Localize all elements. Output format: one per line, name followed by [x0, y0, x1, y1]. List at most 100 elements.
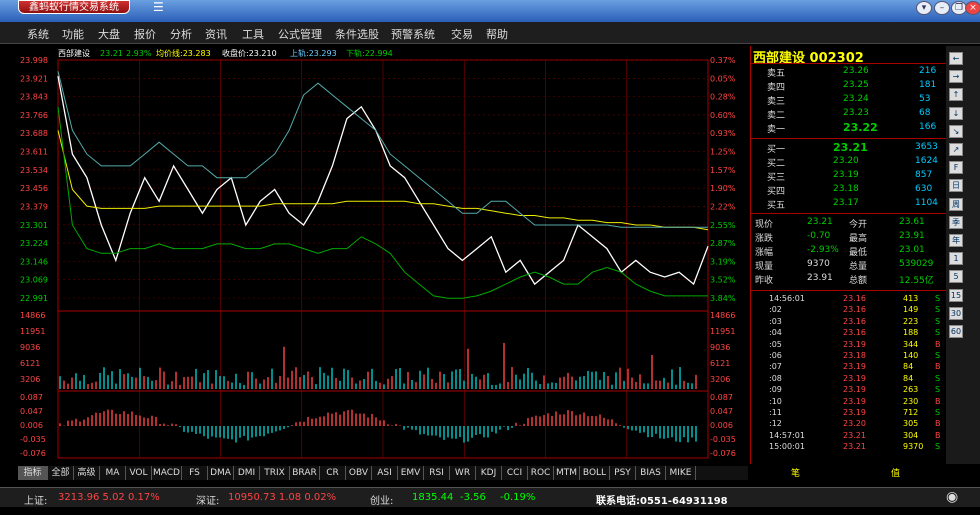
indicator-tab-6[interactable]: FS: [182, 466, 208, 480]
tick-time: :02: [769, 305, 782, 315]
menu-item-10[interactable]: 交易: [451, 26, 473, 42]
stat-value: 23.01: [899, 245, 925, 255]
indicator-tab-13[interactable]: ASI: [372, 466, 398, 480]
ask-volume: 181: [919, 80, 937, 90]
menu-item-7[interactable]: 公式管理: [278, 26, 322, 42]
side-button-10[interactable]: 年: [949, 234, 963, 247]
indicator-tab-7[interactable]: DMA: [208, 466, 234, 480]
side-button-3[interactable]: ↓: [949, 106, 963, 120]
price-tick-label: 23.921: [20, 74, 48, 83]
indicator-tab-2[interactable]: 高级: [74, 466, 100, 480]
indicator-tab-9[interactable]: TRIX: [260, 466, 290, 480]
side-button-12[interactable]: 5: [949, 270, 963, 284]
side-button-14[interactable]: 30: [949, 306, 963, 320]
stat-label: 总量: [849, 262, 868, 272]
side-button-1[interactable]: →: [949, 70, 963, 84]
menu-item-11[interactable]: 帮助: [486, 26, 508, 42]
tick-side: S: [935, 385, 941, 395]
tick-time: :04: [769, 328, 782, 338]
indicator-tab-18[interactable]: CCI: [502, 466, 528, 480]
indicator-tab-3[interactable]: MA: [100, 466, 126, 480]
menu-item-5[interactable]: 资讯: [205, 26, 227, 42]
ask-label: 卖四: [767, 83, 786, 93]
minimize-icon[interactable]: –: [934, 1, 950, 15]
indicator-tab-12[interactable]: OBV: [346, 466, 372, 480]
menu-item-4[interactable]: 分析: [170, 26, 192, 42]
tick-side: S: [935, 408, 941, 417]
stat-label: 涨跌: [755, 234, 774, 244]
macd-tick-label-right: 0.047: [710, 407, 733, 416]
ask-label: 卖一: [767, 125, 786, 135]
indicator-tab-11[interactable]: CR: [320, 466, 346, 480]
indicator-tab-16[interactable]: WR: [450, 466, 476, 480]
side-button-15[interactable]: 60: [949, 325, 963, 338]
indicator-tab-20[interactable]: MTM: [554, 466, 580, 480]
indicator-tab-8[interactable]: DMI: [234, 466, 260, 480]
indicator-tab-17[interactable]: KDJ: [476, 466, 502, 480]
menu-item-6[interactable]: 工具: [242, 26, 264, 42]
cy-index: 1835.44: [412, 492, 454, 503]
indicator-tab-0[interactable]: 指标: [18, 466, 48, 480]
tick-volume: 413: [903, 294, 919, 303]
volume-tick-label-right: 9036: [710, 343, 730, 352]
legend-last: 23.21: [100, 49, 123, 58]
menu-item-3[interactable]: 报价: [134, 26, 156, 42]
tick-time: :10: [769, 396, 782, 406]
tick-price: 23.19: [843, 408, 866, 417]
menu-item-1[interactable]: 功能: [62, 26, 84, 42]
hamburger-menu-icon[interactable]: ☰: [153, 0, 164, 14]
indicator-tab-15[interactable]: RSI: [424, 466, 450, 480]
ask-volume: 166: [919, 122, 937, 132]
indicator-tab-23[interactable]: BIAS: [636, 466, 666, 480]
tick-side: S: [935, 328, 941, 338]
side-button-9[interactable]: 季: [949, 215, 963, 229]
menu-item-2[interactable]: 大盘: [98, 26, 120, 42]
indicator-tab-10[interactable]: BRAR: [290, 466, 320, 480]
tick-side: S: [935, 351, 941, 360]
price-tick-label: 23.611: [20, 148, 48, 157]
side-button-0[interactable]: ←: [949, 52, 963, 65]
ask-label: 卖三: [767, 97, 786, 107]
tick-volume: 304: [903, 430, 919, 440]
side-button-8[interactable]: 周: [949, 197, 963, 211]
indicator-tab-14[interactable]: EMV: [398, 466, 424, 480]
pct-tick-label: 0.93%: [710, 129, 736, 138]
side-button-5[interactable]: ↗: [949, 143, 963, 156]
tick-side: S: [935, 305, 941, 315]
bid-label: 买一: [767, 145, 786, 155]
side-button-2[interactable]: ↑: [949, 88, 963, 102]
indicator-tab-4[interactable]: VOL: [126, 466, 152, 480]
side-button-4[interactable]: ↘: [949, 124, 963, 138]
tick-price: 23.21: [843, 430, 866, 440]
stat-label: 涨幅: [755, 248, 774, 258]
side-button-7[interactable]: 日: [949, 179, 963, 193]
dropdown-icon[interactable]: ▾: [916, 1, 932, 15]
stat-label: 最高: [849, 234, 868, 244]
side-button-6[interactable]: F: [949, 161, 963, 175]
intraday-chart[interactable]: 23.998 0.37% 23.921 0.05% 23.843 0.28% 23.766 0…: [18, 46, 748, 464]
close-icon[interactable]: ×: [965, 1, 980, 15]
side-button-11[interactable]: 1: [949, 252, 963, 266]
stat-value: 23.61: [899, 217, 925, 227]
tick-price: 23.19: [843, 385, 866, 395]
indicator-tab-1[interactable]: 全部: [48, 466, 74, 480]
tick-volume: 230: [903, 396, 919, 406]
menu-item-8[interactable]: 条件选股: [335, 26, 379, 42]
stat-label: 现量: [755, 262, 774, 272]
price-tick-label: 23.069: [20, 276, 48, 285]
volume-tick-label: 11951: [20, 327, 45, 336]
menu-item-0[interactable]: 系统: [27, 26, 49, 42]
bid-price: 23.21: [833, 141, 868, 154]
indicator-tab-5[interactable]: MACD: [152, 466, 182, 480]
indicator-tab-21[interactable]: BOLL: [580, 466, 610, 480]
tick-side: B: [935, 430, 941, 440]
tick-volume: 140: [903, 351, 919, 360]
menu-item-9[interactable]: 预警系统: [391, 26, 435, 42]
indicator-tab-24[interactable]: MIKE: [666, 466, 696, 480]
indicator-tab-19[interactable]: ROC: [528, 466, 554, 480]
record-icon[interactable]: ◉: [946, 489, 958, 505]
pct-tick-label: 3.84%: [710, 294, 736, 303]
side-button-13[interactable]: 15: [949, 288, 963, 302]
indicator-tab-22[interactable]: PSY: [610, 466, 636, 480]
tick-volume: 84: [903, 362, 914, 372]
